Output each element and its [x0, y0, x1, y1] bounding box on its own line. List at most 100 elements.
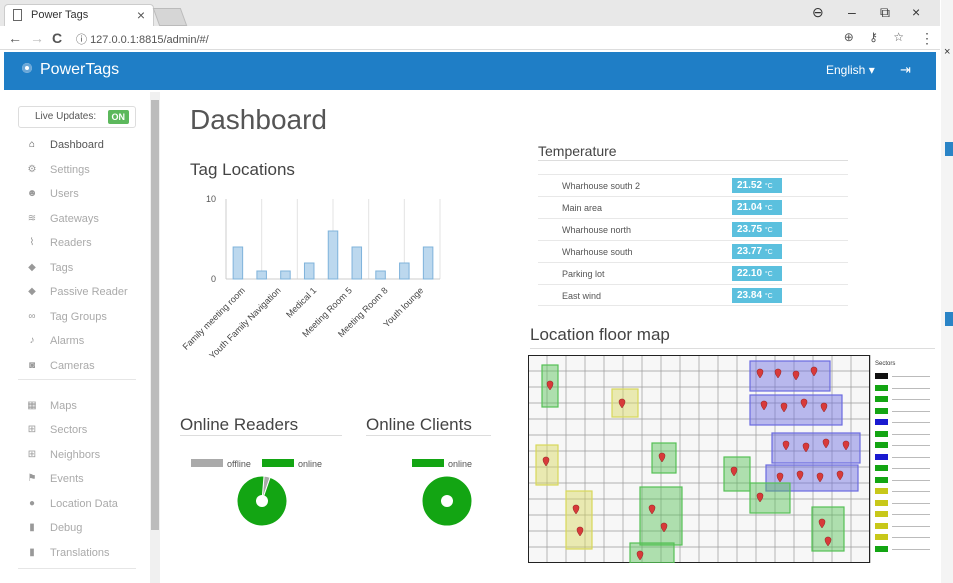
- map-marker-icon: ●: [28, 498, 36, 509]
- url-text: 127.0.0.1:8815/admin/#/: [90, 34, 209, 46]
- sector-zone: [565, 490, 593, 550]
- browser-tab-strip: Power Tags × ⊖ – ⧉ ×: [0, 0, 940, 26]
- legend-online-swatch: [262, 459, 294, 467]
- browser-menu-icon[interactable]: ⋮: [920, 30, 934, 47]
- brand[interactable]: PowerTags: [22, 61, 119, 79]
- home-icon: ⌂: [28, 139, 36, 150]
- tag-locations-chart: 0 10 Family meeting roomYouth Family Navig…: [181, 194, 441, 361]
- sector-legend: Sectors: [870, 355, 935, 563]
- account-icon[interactable]: ⊖: [812, 4, 824, 21]
- temperature-value: 21.52: [737, 180, 763, 191]
- map-icon: ▦: [27, 400, 37, 411]
- temperature-unit: °C: [764, 271, 773, 278]
- file-icon: ▮: [29, 522, 35, 533]
- online-readers-chart: [236, 475, 288, 527]
- logout-icon[interactable]: ⇥: [900, 62, 911, 78]
- temperature-title-underline: [538, 160, 848, 161]
- temperature-unit: °C: [764, 205, 773, 212]
- sidebar-item-events[interactable]: ⚑ Events: [4, 470, 150, 490]
- sector-legend-text-placeholder: [892, 548, 930, 550]
- sidebar-item-debug[interactable]: ▮ Debug: [4, 519, 150, 539]
- language-dropdown[interactable]: English ▾: [826, 63, 875, 77]
- close-window-button[interactable]: ×: [912, 4, 920, 20]
- sidebar-item-passive-reader[interactable]: ◆ Passive Reader: [4, 283, 150, 303]
- sidebar-item-alarms[interactable]: ♪ Alarms: [4, 332, 150, 352]
- temperature-unit: °C: [764, 249, 773, 256]
- chart-bar: [256, 270, 267, 280]
- adjacent-close-icon[interactable]: ×: [944, 46, 950, 58]
- sidebar-item-label: Settings: [50, 164, 90, 176]
- chart-bar: [327, 230, 339, 280]
- chart-bar: [375, 270, 386, 280]
- temperature-row: East wind 23.84 °C: [538, 284, 848, 306]
- sector-legend-chip: [875, 534, 888, 540]
- sidebar-item-maps[interactable]: ▦ Maps: [4, 397, 150, 417]
- floor-map[interactable]: Sectors: [528, 355, 935, 563]
- browser-tab[interactable]: Power Tags ×: [4, 4, 154, 26]
- sector-legend-chip: [875, 384, 888, 391]
- temperature-unit: °C: [764, 183, 773, 190]
- sensor-name: Wharhouse south 2: [562, 181, 641, 191]
- floor-plan[interactable]: [528, 355, 870, 563]
- maximize-button[interactable]: ⧉: [880, 4, 890, 21]
- sidebar-scroll-thumb[interactable]: [151, 100, 159, 530]
- sidebar-item-label: Readers: [50, 237, 92, 249]
- sector-legend-chip: [875, 465, 888, 471]
- temperature-badge: 22.10 °C: [732, 266, 782, 281]
- live-updates-label: Live Updates:: [35, 111, 97, 122]
- sidebar-item-sectors[interactable]: ⊞ Sectors: [4, 421, 150, 441]
- sidebar-item-translations[interactable]: ▮ Translations: [4, 544, 150, 564]
- temperature-badge: 21.04 °C: [732, 200, 782, 215]
- temperature-row: Main area 21.04 °C: [538, 196, 848, 218]
- sector-zone: [749, 360, 831, 392]
- url-action-icons[interactable]: ⊕ ⚷ ☆: [844, 30, 910, 44]
- rss-icon: ⌇: [29, 237, 35, 248]
- legend-offline-label: offline: [227, 459, 251, 469]
- temperature-value: 22.10: [737, 268, 763, 279]
- online-readers-title: Online Readers: [180, 415, 299, 434]
- online-clients-title: Online Clients: [366, 415, 472, 434]
- sector-legend-chip: [875, 430, 888, 437]
- temperature-unit: °C: [764, 293, 773, 300]
- neighbors-icon: ⊞: [27, 449, 37, 460]
- sidebar-item-neighbors[interactable]: ⊞ Neighbors: [4, 446, 150, 466]
- temperature-row: Wharhouse north 23.75 °C: [538, 218, 848, 240]
- reload-button[interactable]: C: [52, 30, 62, 46]
- sector-legend-chip: [875, 373, 888, 379]
- sector-legend-chip: [875, 442, 888, 448]
- app-header: PowerTags English ▾ ⇥: [4, 52, 936, 90]
- live-updates-on-badge[interactable]: ON: [107, 110, 129, 124]
- sidebar-item-gateways[interactable]: ≋ Gateways: [4, 210, 150, 230]
- adjacent-window-accent: [945, 142, 953, 156]
- sidebar-item-tag-groups[interactable]: ∞ Tag Groups: [4, 308, 150, 328]
- sector-legend-title: Sectors: [875, 361, 896, 367]
- logo-icon: [22, 63, 32, 73]
- back-button[interactable]: ←: [8, 30, 22, 46]
- live-updates-toggle[interactable]: Live Updates: ON: [18, 106, 136, 128]
- sidebar-item-location-data[interactable]: ● Location Data: [4, 495, 150, 515]
- gear-icon: ⚙: [27, 164, 37, 175]
- tab-close-icon[interactable]: ×: [137, 7, 145, 23]
- sidebar-item-tags[interactable]: ◆ Tags: [4, 259, 150, 279]
- sidebar-item-cameras[interactable]: ◙ Cameras: [4, 357, 150, 377]
- sector-legend-chip: [875, 499, 888, 506]
- tags-icon: ◆: [28, 286, 36, 297]
- info-icon[interactable]: ⓘ: [76, 34, 87, 46]
- new-tab-button[interactable]: [152, 8, 188, 26]
- sidebar-item-label: Debug: [50, 522, 83, 534]
- temperature-value: 21.04: [737, 202, 763, 213]
- temperature-badge: 23.77 °C: [732, 244, 782, 259]
- sidebar: Live Updates: ON ⌂ Dashboard ⚙ Settings ☻ Use…: [4, 92, 150, 583]
- minimize-button[interactable]: –: [848, 4, 856, 20]
- sidebar-item-label: Tag Groups: [50, 311, 107, 323]
- url-input[interactable]: ⓘ 127.0.0.1:8815/admin/#/: [70, 29, 920, 47]
- sidebar-item-users[interactable]: ☻ Users: [4, 185, 150, 205]
- sector-zone: [629, 542, 675, 563]
- sidebar-item-dashboard[interactable]: ⌂ Dashboard: [4, 136, 150, 156]
- sidebar-item-settings[interactable]: ⚙ Settings: [4, 161, 150, 181]
- tag-locations-title: Tag Locations: [190, 160, 295, 179]
- sector-legend-text-placeholder: [892, 433, 930, 435]
- sidebar-item-readers[interactable]: ⌇ Readers: [4, 234, 150, 254]
- forward-button[interactable]: →: [30, 30, 44, 46]
- sidebar-item-label: Translations: [50, 547, 110, 559]
